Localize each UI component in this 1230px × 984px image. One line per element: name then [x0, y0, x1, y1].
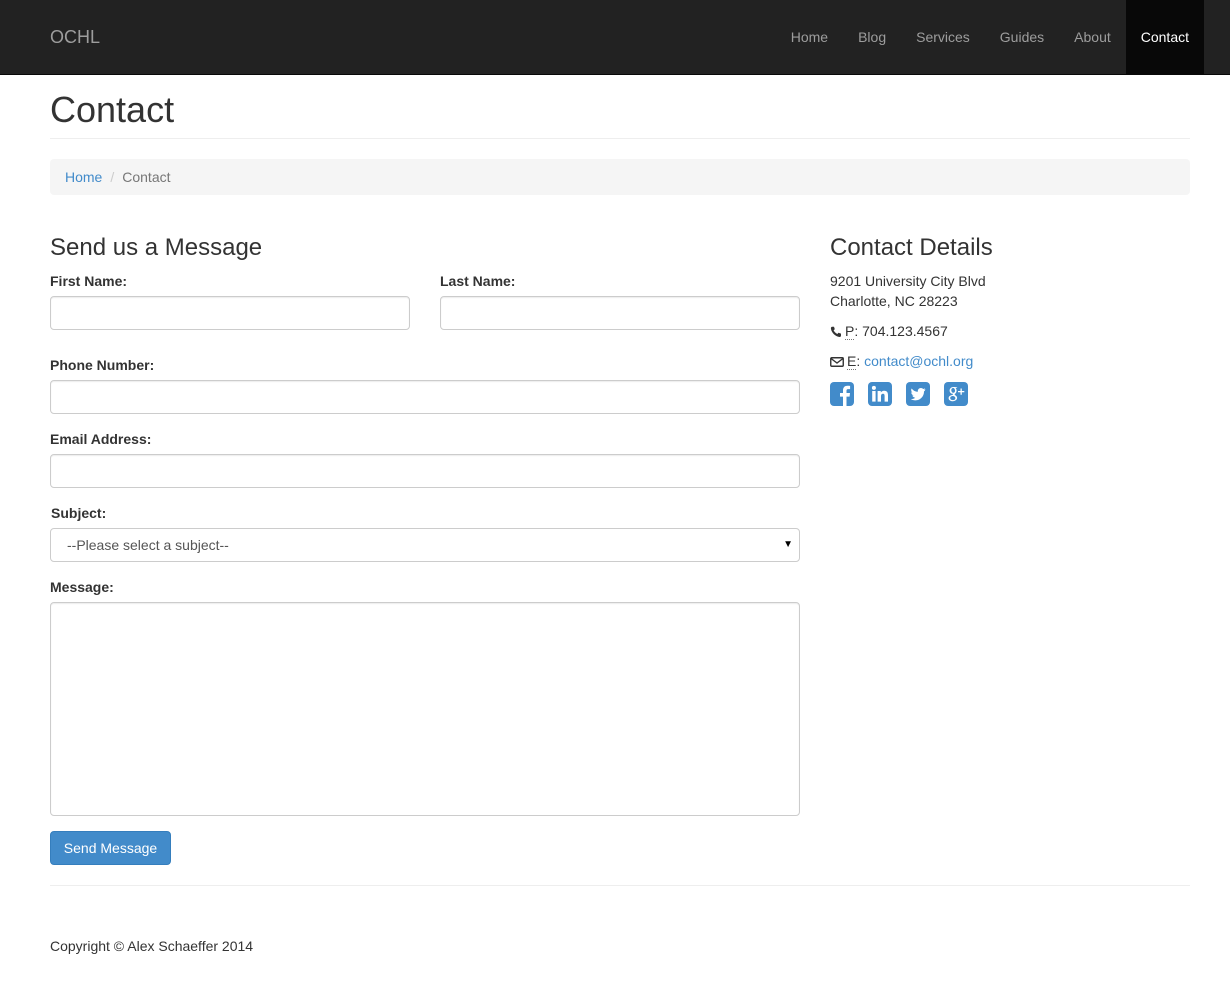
nav-guides[interactable]: Guides [985, 0, 1059, 74]
email-prefix: E [847, 353, 857, 370]
brand-logo[interactable]: OCHL [50, 27, 100, 47]
address-line-2: Charlotte, NC 28223 [830, 293, 958, 309]
breadcrumb-separator: / [110, 169, 115, 185]
breadcrumb-current: Contact [122, 169, 171, 185]
email-label: Email Address: [50, 431, 152, 447]
google-plus-icon[interactable] [944, 382, 968, 406]
subject-selected-value: --Please select a subject-- [67, 537, 229, 553]
phone-number: 704.123.4567 [862, 323, 948, 339]
title-divider [50, 138, 1190, 139]
address-line-1: 9201 University City Blvd [830, 273, 986, 289]
dropdown-arrow-icon: ▼ [783, 539, 793, 550]
breadcrumb: Home / Contact [50, 159, 1190, 195]
last-name-label: Last Name: [440, 273, 516, 289]
twitter-icon[interactable] [906, 382, 930, 406]
linkedin-icon[interactable] [868, 382, 892, 406]
page-title: Contact [50, 89, 175, 130]
phone-icon [830, 323, 842, 343]
facebook-icon[interactable] [830, 382, 854, 406]
nav-services[interactable]: Services [901, 0, 985, 74]
email-detail: E: contact@ochl.org [830, 351, 973, 373]
subject-label: Subject: [51, 505, 107, 521]
first-name-input[interactable] [50, 296, 410, 330]
phone-label: Phone Number: [50, 357, 155, 373]
nav-contact[interactable]: Contact [1125, 0, 1204, 74]
nav-home[interactable]: Home [776, 0, 843, 74]
email-link[interactable]: contact@ochl.org [864, 353, 973, 369]
subject-select[interactable]: --Please select a subject-- ▼ [50, 528, 800, 562]
send-message-button[interactable]: Send Message [50, 831, 171, 865]
envelope-icon [830, 353, 844, 373]
phone-prefix: P [845, 323, 855, 340]
nav-blog[interactable]: Blog [843, 0, 901, 74]
phone-detail: P: 704.123.4567 [830, 321, 948, 343]
footer-copyright: Copyright © Alex Schaeffer 2014 [50, 938, 254, 954]
phone-input[interactable] [50, 380, 800, 414]
email-input[interactable] [50, 454, 800, 488]
breadcrumb-home-link[interactable]: Home [65, 169, 102, 185]
nav-menu: Home Blog Services Guides About Contact [776, 0, 1204, 74]
top-navbar: OCHL Home Blog Services Guides About Con… [0, 0, 1230, 75]
contact-details-heading: Contact Details [830, 234, 993, 261]
form-heading: Send us a Message [50, 234, 263, 261]
nav-about[interactable]: About [1059, 0, 1126, 74]
first-name-label: First Name: [50, 273, 128, 289]
footer-divider [50, 885, 1190, 886]
message-textarea[interactable] [50, 602, 800, 816]
last-name-input[interactable] [440, 296, 800, 330]
message-label: Message: [50, 579, 114, 595]
